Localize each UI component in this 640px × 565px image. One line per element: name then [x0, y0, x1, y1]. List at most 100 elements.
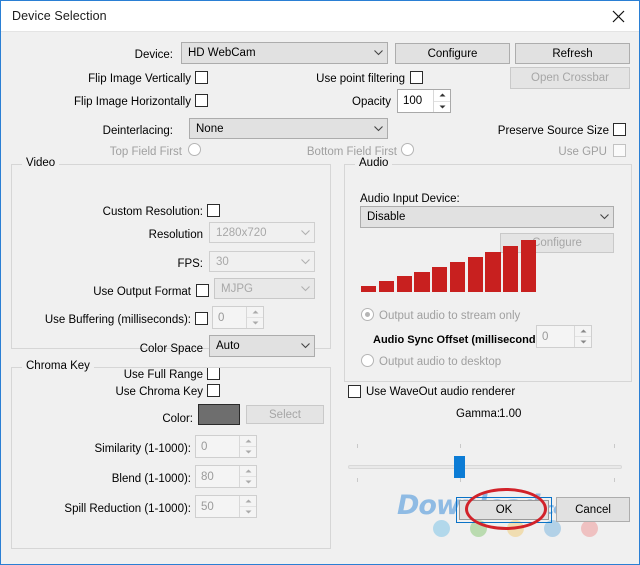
buffering-stepper[interactable]: 0 [212, 306, 264, 329]
open-crossbar-button[interactable]: Open Crossbar [510, 67, 630, 89]
audio-sync-offset-stepper[interactable]: 0 [536, 325, 592, 348]
spinner-down-icon[interactable] [240, 507, 256, 517]
chevron-down-icon [297, 279, 314, 298]
video-group-title: Video [22, 157, 59, 169]
output-desktop-radio[interactable] [361, 354, 374, 367]
resolution-combo[interactable]: 1280x720 [209, 222, 315, 243]
opacity-spin-buttons[interactable] [433, 90, 450, 112]
audio-level-meter [361, 256, 536, 292]
audio-meter-bar [521, 240, 536, 292]
use-buffering-label: Use Buffering (milliseconds): [41, 313, 191, 327]
resolution-label: Resolution [113, 228, 203, 242]
configure-device-button[interactable]: Configure [395, 43, 510, 64]
output-stream-only-radio[interactable] [361, 308, 374, 321]
audio-meter-bar [503, 246, 518, 292]
preserve-source-size-label: Preserve Source Size [481, 124, 609, 138]
spinner-up-icon[interactable] [240, 466, 256, 477]
spinner-down-icon[interactable] [434, 102, 450, 113]
audio-input-device-combo[interactable]: Disable [360, 206, 614, 228]
deinterlacing-combo-value: None [190, 123, 370, 135]
spinner-down-icon[interactable] [247, 318, 263, 328]
color-space-combo[interactable]: Auto [209, 335, 315, 357]
gamma-tick-left-top [357, 444, 358, 448]
audio-input-device-value: Disable [361, 211, 596, 223]
buffering-spin-buttons[interactable] [246, 307, 263, 328]
chevron-down-icon [370, 119, 387, 138]
opacity-label: Opacity [331, 95, 391, 109]
use-output-format-label: Use Output Format [83, 285, 191, 299]
spinner-up-icon[interactable] [575, 326, 591, 337]
chevron-down-icon [297, 223, 314, 242]
spinner-up-icon[interactable] [240, 436, 256, 447]
output-format-combo[interactable]: MJPG [214, 278, 315, 299]
flip-horizontally-label: Flip Image Horizontally [57, 95, 191, 109]
blend-spin-buttons[interactable] [239, 466, 256, 487]
similarity-label: Similarity (1-1000): [61, 442, 191, 456]
deinterlacing-combo[interactable]: None [189, 118, 388, 139]
gamma-label: Gamma: [456, 407, 500, 421]
spinner-down-icon[interactable] [575, 337, 591, 347]
spinner-up-icon[interactable] [240, 496, 256, 507]
audio-meter-bar [485, 252, 500, 292]
refresh-button[interactable]: Refresh [515, 43, 630, 64]
use-waveout-checkbox[interactable] [348, 385, 361, 398]
similarity-value: 0 [196, 436, 239, 457]
cancel-button[interactable]: Cancel [556, 497, 630, 522]
flip-vertically-label: Flip Image Vertically [61, 72, 191, 86]
bottom-field-first-radio[interactable] [401, 143, 414, 156]
similarity-spin-buttons[interactable] [239, 436, 256, 457]
color-space-label: Color Space [115, 342, 203, 356]
audio-meter-bar [397, 276, 412, 292]
fps-combo-value: 30 [210, 256, 297, 268]
blend-stepper[interactable]: 80 [195, 465, 257, 488]
device-combo-value: HD WebCam [182, 47, 370, 59]
audio-sync-offset-value: 0 [537, 326, 574, 347]
use-chroma-key-checkbox[interactable] [207, 384, 220, 397]
audio-meter-bar [379, 281, 394, 292]
audio-sync-offset-label: Audio Sync Offset (milliseconds): [373, 333, 549, 347]
use-buffering-checkbox[interactable] [195, 312, 208, 325]
spill-spin-buttons[interactable] [239, 496, 256, 517]
chroma-color-swatch[interactable] [198, 404, 240, 425]
device-selection-dialog: Device Selection Device: HD WebCam Confi… [0, 0, 640, 565]
audio-meter-bar [468, 257, 483, 292]
flip-vertically-checkbox[interactable] [195, 71, 208, 84]
close-icon[interactable] [597, 1, 639, 31]
sync-offset-spin-buttons[interactable] [574, 326, 591, 347]
page-title: Device Selection [12, 9, 107, 23]
use-point-filtering-checkbox[interactable] [410, 71, 423, 84]
use-waveout-label: Use WaveOut audio renderer [366, 385, 515, 399]
gamma-tick-mid-top [460, 444, 461, 448]
chevron-down-icon [297, 252, 314, 271]
gamma-slider-thumb[interactable] [454, 456, 465, 478]
spinner-down-icon[interactable] [240, 477, 256, 487]
use-gpu-label: Use GPU [541, 145, 607, 159]
top-field-first-radio[interactable] [188, 143, 201, 156]
spill-reduction-stepper[interactable]: 50 [195, 495, 257, 518]
audio-meter-bar [450, 262, 465, 292]
spinner-down-icon[interactable] [240, 447, 256, 457]
gamma-tick-right-top [614, 444, 615, 448]
watermark-dot-5 [581, 520, 598, 537]
watermark-dot-1 [433, 520, 450, 537]
ok-button[interactable]: OK [459, 500, 549, 520]
fps-combo[interactable]: 30 [209, 251, 315, 272]
buffering-value: 0 [213, 307, 246, 328]
device-combo[interactable]: HD WebCam [181, 42, 388, 64]
flip-horizontally-checkbox[interactable] [195, 94, 208, 107]
opacity-stepper[interactable]: 100 [397, 89, 451, 113]
select-color-button[interactable]: Select [246, 405, 324, 424]
similarity-stepper[interactable]: 0 [195, 435, 257, 458]
chroma-key-group-title: Chroma Key [22, 360, 94, 372]
spinner-up-icon[interactable] [434, 90, 450, 102]
opacity-value: 100 [398, 90, 433, 112]
color-label: Color: [131, 412, 193, 426]
spinner-up-icon[interactable] [247, 307, 263, 318]
preserve-source-size-checkbox[interactable] [613, 123, 626, 136]
use-output-format-checkbox[interactable] [196, 284, 209, 297]
custom-resolution-checkbox[interactable] [207, 204, 220, 217]
gamma-value: 1.00 [499, 407, 521, 421]
gamma-slider-track[interactable] [348, 465, 622, 469]
use-gpu-checkbox[interactable] [613, 144, 626, 157]
deinterlacing-label: Deinterlacing: [101, 124, 173, 138]
